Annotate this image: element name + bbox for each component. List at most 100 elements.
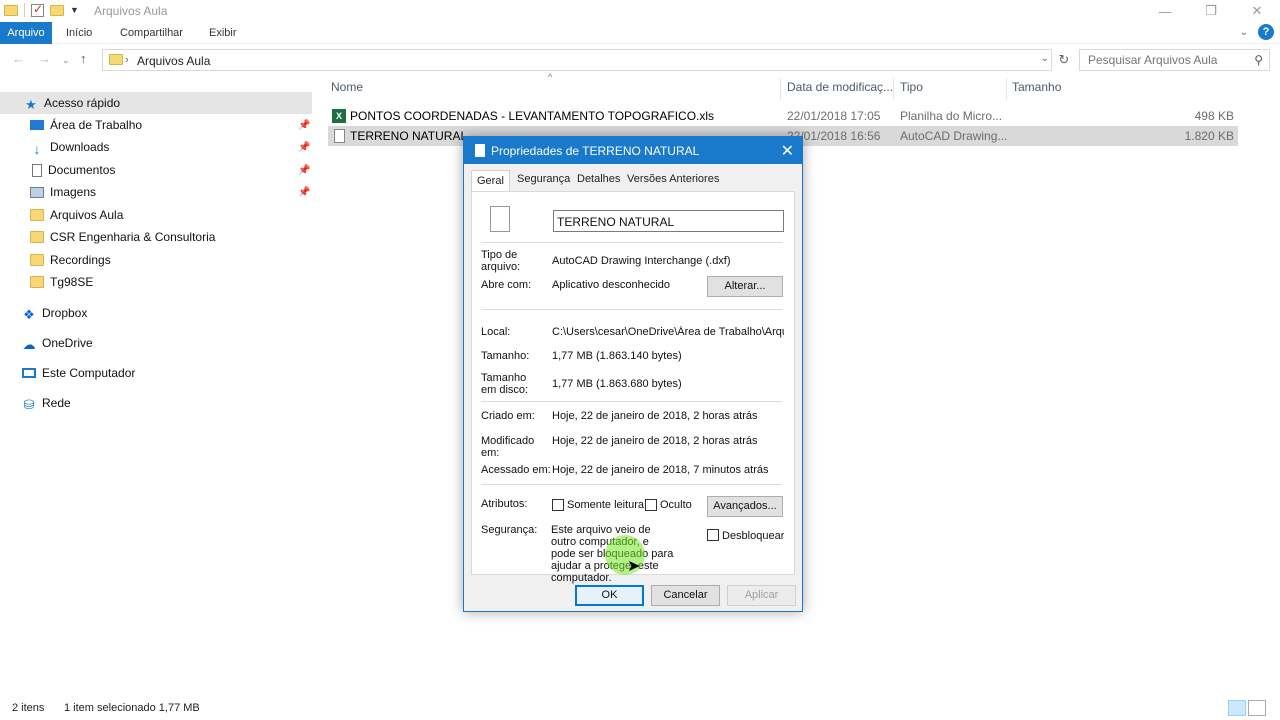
readonly-checkbox[interactable] (552, 499, 564, 511)
search-icon[interactable]: ⚲ (1254, 53, 1263, 67)
sort-up-icon: ^ (548, 72, 553, 82)
tab-seguranca[interactable]: Segurança (517, 173, 570, 185)
customize-toolbar-icon[interactable]: ▼ (70, 5, 79, 15)
tab-compartilhar[interactable]: Compartilhar (120, 22, 183, 44)
pin-icon[interactable]: 📌 (298, 165, 310, 176)
tab-versoes-anteriores[interactable]: Versões Anteriores (627, 173, 719, 185)
chevron-down-icon[interactable]: ⌄ (1041, 53, 1049, 64)
minimize-button[interactable]: — (1142, 0, 1188, 22)
folder-icon (109, 54, 123, 65)
pin-icon[interactable]: 📌 (298, 120, 310, 131)
column-divider[interactable] (893, 78, 894, 100)
accessed-value: Hoje, 22 de janeiro de 2018, 7 minutos a… (552, 464, 769, 476)
column-header-data[interactable]: Data de modificaç... (787, 80, 893, 100)
tab-exibir[interactable]: Exibir (209, 22, 237, 44)
folder-icon (30, 209, 44, 221)
tab-detalhes[interactable]: Detalhes (577, 173, 620, 185)
properties-icon[interactable] (31, 2, 44, 17)
new-folder-icon[interactable] (50, 4, 64, 16)
folder-icon[interactable] (4, 4, 18, 16)
advanced-button[interactable]: Avançados... (707, 496, 783, 517)
created-value: Hoje, 22 de janeiro de 2018, 2 horas atr… (552, 410, 758, 422)
address-path[interactable]: Arquivos Aula (137, 54, 210, 68)
chevron-right-icon[interactable]: › (125, 54, 129, 66)
unblock-label[interactable]: Desbloquear (722, 530, 784, 542)
expand-ribbon-icon[interactable]: ⌄ (1240, 27, 1248, 38)
divider (481, 401, 782, 402)
sidebar-item-documentos[interactable]: Documentos (32, 159, 115, 181)
column-divider[interactable] (1006, 78, 1007, 100)
file-type: AutoCAD Drawing... (900, 129, 1008, 143)
divider (481, 484, 782, 485)
sidebar-item-label: Arquivos Aula (50, 208, 124, 222)
divider (481, 242, 782, 243)
sidebar-item-acesso-rapido[interactable]: ★ Acesso rápido (0, 92, 312, 114)
hidden-checkbox[interactable] (645, 499, 657, 511)
modified-value: Hoje, 22 de janeiro de 2018, 2 horas atr… (552, 435, 758, 447)
large-icons-view-button[interactable] (1248, 700, 1266, 716)
forward-arrow-icon[interactable]: → (38, 51, 51, 66)
sidebar-item-area-de-trabalho[interactable]: Área de Trabalho (30, 114, 142, 136)
sidebar-item-recordings[interactable]: Recordings (30, 249, 111, 271)
dialog-title-bar[interactable]: Propriedades de TERRENO NATURAL ✕ (464, 137, 802, 164)
tab-geral[interactable]: Geral (471, 170, 510, 192)
modified-label: Modificado em: (481, 435, 535, 459)
sidebar-item-label: Este Computador (42, 366, 136, 380)
tab-inicio[interactable]: Início (66, 22, 92, 44)
column-divider[interactable] (780, 78, 781, 100)
close-button[interactable]: ✕ (1234, 0, 1280, 22)
sidebar-item-imagens[interactable]: Imagens (30, 181, 96, 203)
tab-arquivo[interactable]: Arquivo (0, 22, 52, 44)
file-icon (475, 144, 485, 157)
back-arrow-icon[interactable]: ← (12, 51, 25, 66)
change-button[interactable]: Alterar... (707, 276, 783, 297)
dropbox-icon: ❖ (23, 307, 35, 322)
column-header-tipo[interactable]: Tipo (900, 80, 923, 100)
hidden-label[interactable]: Oculto (660, 499, 692, 511)
details-view-button[interactable] (1228, 700, 1246, 716)
sidebar-item-label: Área de Trabalho (50, 118, 143, 132)
column-header-nome[interactable]: Nome (331, 80, 363, 100)
restore-button[interactable]: ❐ (1188, 0, 1234, 22)
file-size: 1.820 KB (1184, 129, 1234, 143)
sidebar-item-este-computador[interactable]: Este Computador (22, 362, 135, 384)
pin-icon[interactable]: 📌 (298, 142, 310, 153)
readonly-label[interactable]: Somente leitura (567, 499, 644, 511)
sidebar-item-arquivos-aula[interactable]: Arquivos Aula (30, 204, 123, 226)
unblock-checkbox[interactable] (707, 529, 719, 541)
sidebar-item-dropbox[interactable]: ❖ Dropbox (22, 302, 87, 324)
general-panel: TERRENO NATURAL Tipo de arquivo: AutoCAD… (471, 191, 795, 584)
help-icon[interactable]: ? (1258, 24, 1274, 40)
location-label: Local: (481, 326, 511, 338)
recent-locations-icon[interactable]: ⌄ (62, 55, 70, 66)
pin-icon[interactable]: 📌 (298, 187, 310, 198)
column-header-tamanho[interactable]: Tamanho (1012, 80, 1061, 100)
ribbon-tabs: Arquivo Início Compartilhar Exibir ⌄ ? (0, 22, 1280, 44)
accessed-label: Acessado em: (481, 464, 551, 476)
sidebar-item-label: Dropbox (42, 306, 88, 320)
apply-button[interactable]: Aplicar (727, 585, 796, 606)
dialog-title: Propriedades de TERRENO NATURAL (491, 144, 700, 158)
sidebar-item-downloads[interactable]: ↓ Downloads (30, 136, 110, 158)
search-box[interactable]: ⚲ (1079, 49, 1270, 71)
size-value: 1,77 MB (1.863.140 bytes) (552, 350, 682, 362)
file-name: PONTOS COORDENADAS - LEVANTAMENTO TOPOGR… (350, 109, 715, 123)
address-bar[interactable]: › Arquivos Aula ⌄ (102, 49, 1052, 71)
close-icon[interactable]: ✕ (781, 141, 794, 161)
file-row[interactable]: X PONTOS COORDENADAS - LEVANTAMENTO TOPO… (328, 106, 1238, 126)
sidebar-item-csr-engenharia[interactable]: CSR Engenharia & Consultoria (30, 226, 215, 248)
ok-button[interactable]: OK (575, 585, 644, 606)
cancel-button[interactable]: Cancelar (651, 585, 720, 606)
status-bar: 2 itens 1 item selecionado 1,77 MB (0, 698, 1280, 720)
file-type: Planilha do Micro... (900, 109, 1003, 123)
sidebar-item-tg98se[interactable]: Tg98SE (30, 271, 93, 293)
item-count: 2 itens (12, 702, 45, 714)
picture-icon (30, 186, 44, 198)
sidebar-item-onedrive[interactable]: ☁ OneDrive (22, 332, 93, 354)
sidebar-item-rede[interactable]: ⛁ Rede (22, 392, 71, 414)
up-arrow-icon[interactable]: ↑ (80, 51, 87, 66)
location-value[interactable]: C:\Users\cesar\OneDrive\Área de Trabalho… (552, 326, 784, 338)
file-name-field[interactable]: TERRENO NATURAL (553, 210, 784, 232)
refresh-icon[interactable]: ↻ (1054, 49, 1074, 71)
search-input[interactable] (1080, 50, 1240, 70)
